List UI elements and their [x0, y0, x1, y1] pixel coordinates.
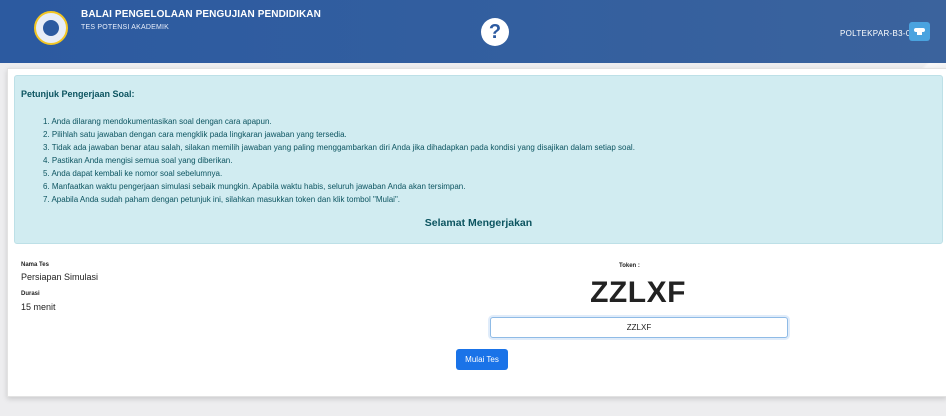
- instruction-item: 2. Pilihlah satu jawaban dengan cara men…: [43, 130, 347, 139]
- top-navbar: BALAI PENGELOLAAN PENGUJIAN PENDIDIKAN T…: [0, 0, 946, 63]
- graduation-cap-icon[interactable]: [909, 22, 930, 41]
- tut-wuri-handayani-logo-icon: [34, 11, 68, 45]
- instruction-item: 5. Anda dapat kembali ke nomor soal sebe…: [43, 169, 223, 178]
- instruction-item: 4. Pastikan Anda mengisi semua soal yang…: [43, 156, 233, 165]
- token-input[interactable]: [490, 317, 788, 338]
- help-icon[interactable]: ?: [481, 18, 509, 46]
- instruction-item: 3. Tidak ada jawaban benar atau salah, s…: [43, 143, 635, 152]
- start-test-button[interactable]: Mulai Tes: [456, 349, 508, 370]
- instruction-item: 7. Apabila Anda sudah paham dengan petun…: [43, 195, 401, 204]
- org-title: BALAI PENGELOLAAN PENGUJIAN PENDIDIKAN: [81, 9, 321, 20]
- user-name[interactable]: POLTEKPAR-B3-02: [840, 29, 915, 38]
- duration-value: 15 menit: [21, 302, 56, 312]
- instruction-item: 1. Anda dilarang mendokumentasikan soal …: [43, 117, 272, 126]
- instructions-panel: Petunjuk Pengerjaan Soal: 1. Anda dilara…: [14, 75, 943, 244]
- token-display: ZZLXF: [590, 276, 686, 309]
- main-card: Petunjuk Pengerjaan Soal: 1. Anda dilara…: [7, 68, 946, 397]
- instruction-item: 6. Manfaatkan waktu pengerjaan simulasi …: [43, 182, 466, 191]
- instructions-list: 1. Anda dilarang mendokumentasikan soal …: [43, 115, 635, 206]
- greeting-text: Selamat Mengerjakan: [424, 217, 533, 229]
- duration-label: Durasi: [21, 291, 40, 297]
- token-label: Token :: [619, 263, 640, 269]
- org-subtitle: TES POTENSI AKADEMIK: [81, 24, 170, 31]
- test-name-value: Persiapan Simulasi: [21, 272, 99, 282]
- instructions-title: Petunjuk Pengerjaan Soal:: [21, 89, 135, 99]
- test-name-label: Nama Tes: [21, 262, 49, 268]
